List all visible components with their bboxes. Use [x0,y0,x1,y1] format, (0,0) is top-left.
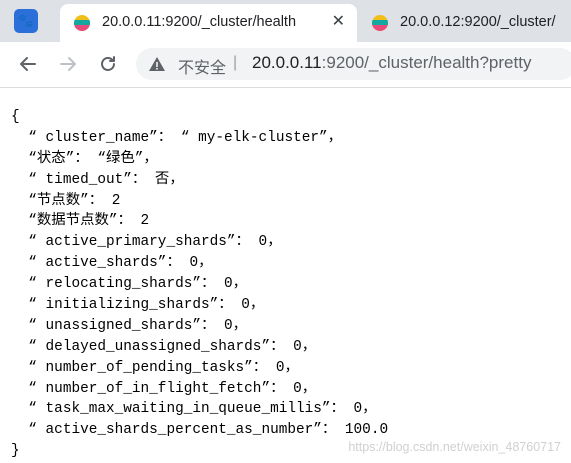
json-line: “ active_shards_percent_as_number”： 100.… [11,422,389,439]
elasticsearch-favicon-icon [74,15,90,31]
watermark: https://blog.csdn.net/weixin_48760717 [348,440,561,454]
json-response: { “ cluster_name”： “ my-elk-cluster”， “状… [11,107,388,462]
json-line: “ cluster_name”： “ my-elk-cluster”， [11,129,343,146]
not-secure-label[interactable]: 不安全 [178,54,226,78]
forward-button[interactable] [56,52,80,76]
baidu-home-icon[interactable]: 🐾 [14,9,38,33]
json-line: “ active_primary_shards”： 0， [11,234,282,251]
url-text[interactable]: 20.0.0.11:9200/_cluster/health?pretty [252,53,531,73]
tab-title: 20.0.0.12:9200/_cluster/ [400,14,556,30]
tab-cluster-health-11[interactable]: 20.0.0.11:9200/_cluster/health ✕ [60,4,357,42]
json-line: “ number_of_in_flight_fetch”： 0， [11,380,317,397]
json-line: “ initializing_shards”： 0， [11,297,265,314]
tab-title: 20.0.0.11:9200/_cluster/health [102,14,332,30]
json-line: “ active_shards”： 0， [11,255,213,272]
back-button[interactable] [16,52,40,76]
json-line: “ relocating_shards”： 0， [11,276,248,293]
json-line: “数据节点数”： 2 [11,213,150,230]
close-tab-icon[interactable]: ✕ [332,13,345,29]
json-line: “ task_max_waiting_in_queue_millis”： 0， [11,401,377,418]
url-host: 20.0.0.11 [252,53,322,72]
tab-strip: 🐾 20.0.0.11:9200/_cluster/health ✕ 20.0.… [0,0,571,42]
arrow-right-icon [60,57,76,71]
address-bar[interactable]: 不安全 | 20.0.0.11:9200/_cluster/health?pre… [136,48,571,80]
json-line: “ unassigned_shards”： 0， [11,317,248,334]
page-content: { “ cluster_name”： “ my-elk-cluster”， “状… [0,88,571,463]
json-line: } [11,443,20,460]
json-line: { [11,109,20,125]
warning-triangle-icon[interactable] [148,55,166,73]
reload-icon [101,56,115,71]
json-line: “节点数”： 2 [11,192,121,209]
json-line: “ timed_out”： 否， [11,171,184,188]
json-line: “ number_of_pending_tasks”： 0， [11,359,299,376]
browser-toolbar: 不安全 | 20.0.0.11:9200/_cluster/health?pre… [0,42,571,88]
tab-cluster-health-12[interactable]: 20.0.0.12:9200/_cluster/ [358,4,571,42]
elasticsearch-favicon-icon [372,15,388,31]
separator: | [233,54,238,71]
json-line: “状态”： “绿色”， [11,150,158,167]
url-path: :9200/_cluster/health?pretty [321,53,532,72]
arrow-left-icon [20,57,36,71]
json-line: “ delayed_unassigned_shards”： 0， [11,338,317,355]
reload-button[interactable] [96,52,120,76]
